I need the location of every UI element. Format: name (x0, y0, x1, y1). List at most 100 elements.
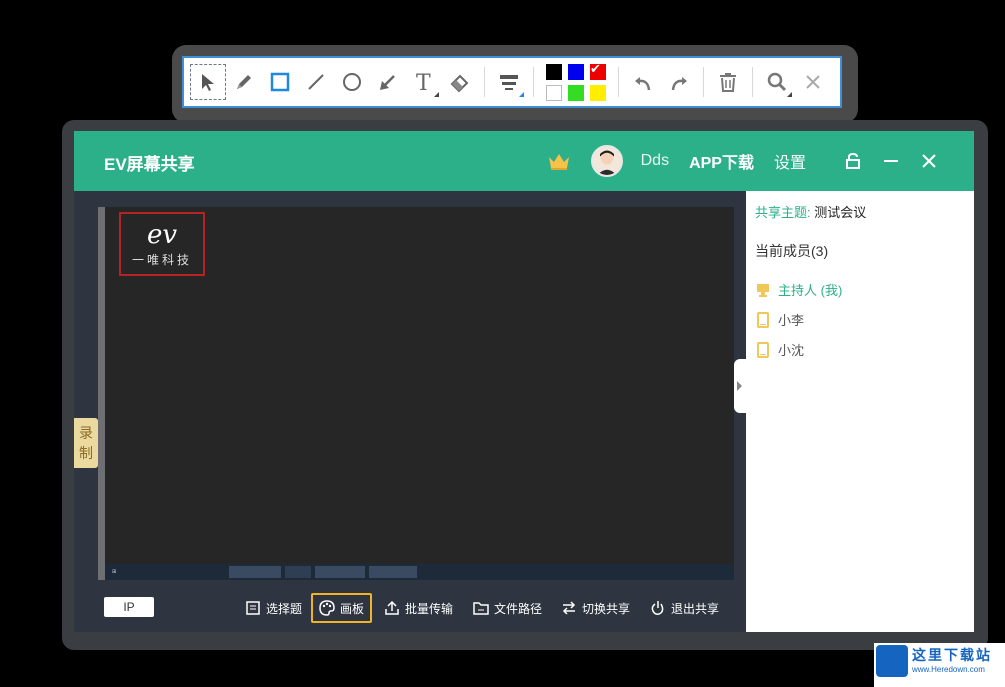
file-path-button[interactable]: 文件路径 (473, 593, 542, 623)
quiz-button[interactable]: 选择题 (245, 593, 302, 623)
palette-icon (319, 600, 335, 616)
members-panel: 共享主题: 测试会议 当前成员(3) 主持人 (我) 小李 小沈 (746, 191, 974, 632)
list-icon (246, 601, 260, 615)
color-swatch-red[interactable]: ✔ (590, 60, 606, 80)
color-palette: ✔ (546, 60, 606, 101)
quiz-label: 选择题 (266, 601, 303, 616)
app-download-link[interactable]: APP下载 (689, 149, 754, 173)
whiteboard-label: 画板 (340, 601, 365, 616)
trash-icon (720, 73, 736, 92)
pen-tool-button[interactable] (226, 64, 262, 100)
text-tool-button[interactable]: T (406, 64, 442, 100)
member-name: 小沈 (778, 343, 805, 358)
collapse-panel-handle[interactable] (734, 359, 746, 413)
color-swatch-yellow[interactable] (590, 84, 606, 101)
eraser-tool-button[interactable] (442, 64, 478, 100)
avatar[interactable] (590, 145, 623, 177)
line-tool-button[interactable] (298, 64, 334, 100)
settings-link[interactable]: 设置 (774, 149, 806, 173)
ev-logo: ev 一唯科技 (119, 212, 205, 276)
power-icon (651, 601, 664, 615)
magnifier-icon (767, 72, 787, 92)
record-tab[interactable]: 录制 (74, 418, 98, 468)
watermark-title: 这里下载站 (912, 647, 992, 663)
taskbar-item (285, 566, 311, 578)
watermark-logo-icon (876, 645, 908, 677)
color-swatch-white[interactable] (546, 84, 562, 101)
members-heading: 当前成员(3) (755, 243, 829, 259)
switch-icon (562, 601, 576, 615)
minimize-icon[interactable] (882, 152, 900, 170)
zoom-button[interactable] (759, 64, 795, 100)
bottom-toolbar: IP 选择题 画板 批量传输 文件路径 切换共享 退出共享 (74, 580, 746, 632)
line-width-icon (500, 75, 518, 90)
member-item[interactable]: 小李 (756, 310, 804, 329)
folder-icon (473, 602, 489, 615)
logo-ev-text: ev (146, 219, 178, 250)
svg-text:T: T (416, 71, 431, 93)
phone-icon (757, 311, 769, 328)
exit-share-button[interactable]: 退出共享 (650, 593, 719, 623)
switch-share-button[interactable]: 切换共享 (561, 593, 630, 623)
text-icon: T (416, 71, 431, 93)
color-swatch-green[interactable] (568, 84, 584, 101)
line-width-button[interactable] (491, 64, 527, 100)
pencil-icon (237, 75, 251, 89)
upload-icon (385, 600, 399, 615)
circle-icon (343, 73, 361, 91)
delete-button[interactable] (710, 64, 746, 100)
phone-icon (757, 341, 769, 358)
lock-icon[interactable] (844, 152, 862, 170)
ip-button[interactable]: IP (104, 597, 154, 617)
circle-tool-button[interactable] (334, 64, 370, 100)
whiteboard-button[interactable]: 画板 (311, 593, 373, 623)
toolbar-divider (618, 67, 619, 97)
monitor-icon (757, 283, 769, 297)
rectangle-icon (270, 72, 290, 92)
close-toolbar-button[interactable] (795, 64, 831, 100)
shared-screen: ev 一唯科技 (105, 207, 734, 564)
share-topic: 共享主题: 测试会议 (755, 202, 866, 221)
color-swatch-black[interactable] (546, 63, 562, 80)
record-tab-label: 录制 (79, 425, 93, 461)
shared-taskbar: ⊞ (105, 564, 734, 580)
user-avatar-icon (592, 147, 621, 175)
cursor-icon (202, 74, 214, 91)
screen-preview[interactable]: ev 一唯科技 ⊞ (98, 207, 734, 580)
username[interactable]: Dds (641, 152, 669, 170)
screen-share-window: EV屏幕共享 Dds APP下载 设置 ev 一唯科技 ⊞ 录制 共享主题: 测… (74, 131, 974, 632)
member-host[interactable]: 主持人 (我) (756, 280, 842, 299)
close-icon (806, 75, 820, 89)
rectangle-tool-button[interactable] (262, 64, 298, 100)
undo-button[interactable] (625, 64, 661, 100)
watermark-url: www.Heredown.com (912, 665, 985, 674)
redo-button[interactable] (661, 64, 697, 100)
batch-transfer-button[interactable]: 批量传输 (384, 593, 453, 623)
select-tool-button[interactable] (190, 64, 226, 100)
checkmark-icon: ✔ (590, 60, 601, 76)
redo-icon (671, 77, 687, 91)
close-window-icon[interactable] (920, 152, 938, 170)
undo-icon (635, 77, 651, 91)
start-icon: ⊞ (112, 569, 117, 575)
line-icon (308, 74, 324, 90)
member-name: 小李 (778, 313, 805, 328)
crown-icon[interactable] (547, 151, 571, 171)
color-swatch-blue[interactable] (568, 63, 584, 80)
topic-value: 测试会议 (814, 205, 867, 220)
toolbar-divider (484, 67, 485, 97)
taskbar-item (369, 566, 417, 578)
topic-label: 共享主题: (755, 205, 811, 220)
app-title: EV屏幕共享 (104, 155, 195, 174)
exit-share-label: 退出共享 (671, 601, 720, 616)
arrow-icon (380, 75, 395, 90)
heredown-watermark: 这里下载站 www.Heredown.com (874, 643, 1005, 687)
logo-company-text: 一唯科技 (131, 252, 192, 267)
member-name: 主持人 (我) (778, 283, 843, 298)
annotation-toolbar: T ✔ (182, 56, 842, 108)
taskbar-item (229, 566, 281, 578)
arrow-tool-button[interactable] (370, 64, 406, 100)
taskbar-item (315, 566, 365, 578)
member-item[interactable]: 小沈 (756, 340, 804, 359)
batch-transfer-label: 批量传输 (405, 601, 454, 616)
